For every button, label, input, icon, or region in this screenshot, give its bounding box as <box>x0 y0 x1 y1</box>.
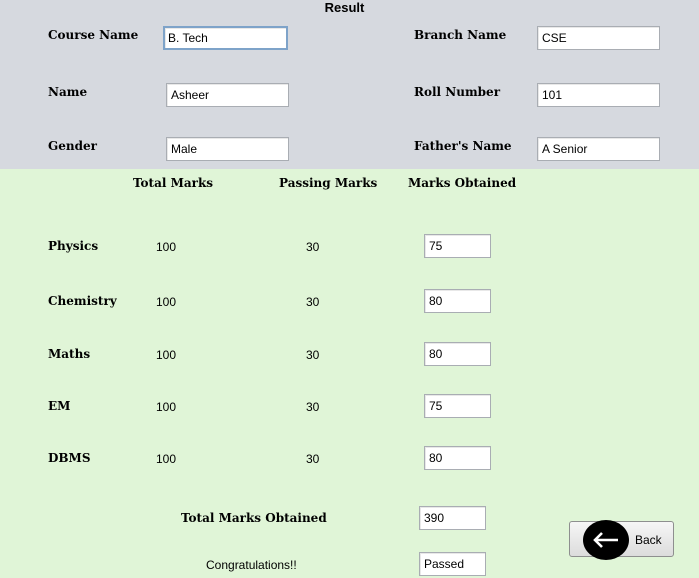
marks-panel <box>0 169 699 578</box>
fathers-name-field[interactable] <box>537 137 660 161</box>
subject-total-marks: 100 <box>156 348 177 362</box>
name-label: Name <box>48 85 88 99</box>
subject-name: Chemistry <box>48 294 117 308</box>
total-marks-obtained-label: Total Marks Obtained <box>181 511 327 525</box>
back-button-label: Back <box>635 533 662 547</box>
branch-name-label: Branch Name <box>414 28 507 42</box>
subject-passing-marks: 30 <box>306 295 320 309</box>
subject-marks-obtained-field[interactable] <box>424 342 491 366</box>
subject-total-marks: 100 <box>156 295 177 309</box>
gender-label: Gender <box>48 139 97 153</box>
roll-number-label: Roll Number <box>414 85 501 99</box>
subject-passing-marks: 30 <box>306 348 320 362</box>
total-marks-obtained-field[interactable] <box>419 506 486 530</box>
branch-name-field[interactable] <box>537 26 660 50</box>
result-status-field[interactable] <box>419 552 486 576</box>
subject-name: Maths <box>48 347 91 361</box>
subject-name: EM <box>48 399 71 413</box>
subject-total-marks: 100 <box>156 240 177 254</box>
passing-marks-header: Passing Marks <box>279 176 378 190</box>
result-message: Congratulations!! <box>206 558 297 572</box>
subject-passing-marks: 30 <box>306 240 320 254</box>
course-name-field[interactable] <box>163 26 288 50</box>
fathers-name-label: Father's Name <box>414 139 512 153</box>
total-marks-header: Total Marks <box>133 176 214 190</box>
arrow-left-icon <box>583 520 629 560</box>
subject-marks-obtained-field[interactable] <box>424 234 491 258</box>
subject-name: Physics <box>48 239 99 253</box>
gender-field[interactable] <box>166 137 289 161</box>
subject-marks-obtained-field[interactable] <box>424 394 491 418</box>
subject-marks-obtained-field[interactable] <box>424 289 491 313</box>
marks-obtained-header: Marks Obtained <box>408 176 517 190</box>
subject-passing-marks: 30 <box>306 452 320 466</box>
subject-marks-obtained-field[interactable] <box>424 446 491 470</box>
page-title: Result <box>324 0 365 15</box>
back-button[interactable]: Back <box>569 520 674 560</box>
roll-number-field[interactable] <box>537 83 660 107</box>
subject-total-marks: 100 <box>156 452 177 466</box>
subject-total-marks: 100 <box>156 400 177 414</box>
subject-passing-marks: 30 <box>306 400 320 414</box>
subject-name: DBMS <box>48 451 91 465</box>
name-field[interactable] <box>166 83 289 107</box>
course-name-label: Course Name <box>48 28 139 42</box>
student-info-panel: Result Course Name Branch Name Name Roll… <box>0 0 699 169</box>
